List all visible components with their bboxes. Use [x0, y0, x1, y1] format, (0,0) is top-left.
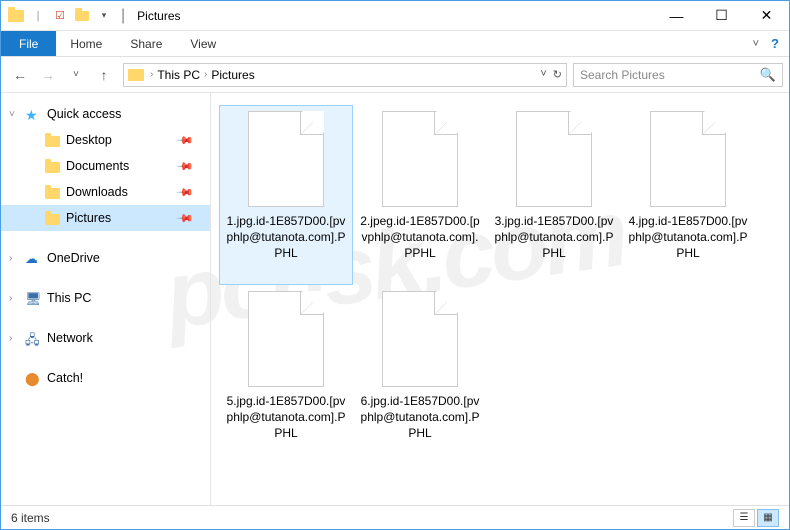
- search-placeholder: Search Pictures: [580, 68, 665, 82]
- view-details-button[interactable]: ☰: [733, 509, 755, 527]
- file-name: 1.jpg.id-1E857D00.[pvphlp@tutanota.com].…: [223, 213, 349, 262]
- pin-icon: 📌: [176, 209, 195, 228]
- qat-newfolder-icon[interactable]: [73, 7, 91, 25]
- sidebar-item-pictures[interactable]: Pictures 📌: [1, 205, 210, 231]
- close-button[interactable]: ✕: [744, 1, 789, 31]
- search-input[interactable]: Search Pictures 🔍: [573, 63, 783, 87]
- file-name: 5.jpg.id-1E857D00.[pvphlp@tutanota.com].…: [223, 393, 349, 442]
- sidebar-item-downloads[interactable]: Downloads 📌: [1, 179, 210, 205]
- nav-bar: ← → ˅ ↑ › This PC › Pictures ˅ ↻ Search …: [1, 57, 789, 93]
- chevron-right-icon[interactable]: ›: [9, 333, 12, 344]
- folder-icon: [45, 162, 60, 173]
- folder-icon: [45, 188, 60, 199]
- breadcrumb-dropdown-icon[interactable]: ˅: [540, 68, 546, 81]
- tab-share[interactable]: Share: [116, 31, 176, 56]
- file-item[interactable]: 1.jpg.id-1E857D00.[pvphlp@tutanota.com].…: [219, 105, 353, 285]
- sidebar-item-desktop[interactable]: Desktop 📌: [1, 127, 210, 153]
- tab-home[interactable]: Home: [56, 31, 116, 56]
- navigation-pane: ˅ ★ Quick access Desktop 📌 Documents 📌 D…: [1, 93, 211, 505]
- window-title: Pictures: [137, 9, 180, 23]
- folder-icon: [45, 136, 60, 147]
- chevron-right-icon[interactable]: ›: [150, 69, 153, 80]
- file-item[interactable]: 5.jpg.id-1E857D00.[pvphlp@tutanota.com].…: [219, 285, 353, 465]
- folder-icon: [45, 214, 60, 225]
- file-thumbnail-icon: [382, 111, 458, 207]
- chevron-down-icon[interactable]: ˅: [9, 109, 15, 120]
- file-list[interactable]: 1.jpg.id-1E857D00.[pvphlp@tutanota.com].…: [211, 93, 789, 505]
- pin-icon: 📌: [176, 131, 195, 150]
- breadcrumb[interactable]: › This PC › Pictures ˅ ↻: [123, 63, 567, 87]
- sidebar-item-label: Desktop: [66, 133, 112, 147]
- sidebar-network[interactable]: › 🖧 Network: [1, 325, 210, 351]
- pin-icon: 📌: [176, 183, 195, 202]
- sidebar-item-label: Documents: [66, 159, 129, 173]
- sidebar-label: Catch!: [47, 371, 83, 385]
- tab-view[interactable]: View: [176, 31, 230, 56]
- breadcrumb-thispc[interactable]: This PC: [157, 68, 200, 82]
- file-name: 4.jpg.id-1E857D00.[pvphlp@tutanota.com].…: [625, 213, 751, 262]
- up-button[interactable]: ↑: [91, 62, 117, 88]
- title-bar: | ☑ ▾ | Pictures — ☐ ✕: [1, 1, 789, 31]
- pin-icon: 📌: [176, 157, 195, 176]
- sidebar-catch[interactable]: ⬤ Catch!: [1, 365, 210, 391]
- sidebar-label: OneDrive: [47, 251, 100, 265]
- file-thumbnail-icon: [516, 111, 592, 207]
- search-icon[interactable]: 🔍: [760, 67, 776, 83]
- breadcrumb-folder-icon: [128, 69, 144, 81]
- help-icon[interactable]: ?: [771, 36, 779, 51]
- refresh-icon[interactable]: ↻: [553, 68, 562, 81]
- sidebar-item-label: Pictures: [66, 211, 111, 225]
- qat-customize-icon[interactable]: ▾: [95, 7, 113, 25]
- breadcrumb-pictures[interactable]: Pictures: [211, 68, 254, 82]
- folder-app-icon: [7, 7, 25, 25]
- ribbon-tabs: File Home Share View ˅ ?: [1, 31, 789, 57]
- file-item[interactable]: 6.jpg.id-1E857D00.[pvphlp@tutanota.com].…: [353, 285, 487, 465]
- chevron-right-icon[interactable]: ›: [204, 69, 207, 80]
- qat-separator-icon: |: [29, 7, 47, 25]
- back-button[interactable]: ←: [7, 62, 33, 88]
- qat-properties-icon[interactable]: ☑: [51, 7, 69, 25]
- sidebar-item-label: Downloads: [66, 185, 128, 199]
- file-name: 2.jpeg.id-1E857D00.[pvphlp@tutanota.com]…: [357, 213, 483, 262]
- forward-button[interactable]: →: [35, 62, 61, 88]
- minimize-button[interactable]: —: [654, 1, 699, 31]
- file-item[interactable]: 4.jpg.id-1E857D00.[pvphlp@tutanota.com].…: [621, 105, 755, 285]
- sidebar-onedrive[interactable]: › ☁ OneDrive: [1, 245, 210, 271]
- file-thumbnail-icon: [248, 291, 324, 387]
- sidebar-label: Network: [47, 331, 93, 345]
- sidebar-label: Quick access: [47, 107, 121, 121]
- file-name: 3.jpg.id-1E857D00.[pvphlp@tutanota.com].…: [491, 213, 617, 262]
- file-thumbnail-icon: [650, 111, 726, 207]
- status-bar: 6 items ☰ ▦: [1, 505, 789, 529]
- title-separator: |: [121, 7, 125, 25]
- file-name: 6.jpg.id-1E857D00.[pvphlp@tutanota.com].…: [357, 393, 483, 442]
- file-item[interactable]: 3.jpg.id-1E857D00.[pvphlp@tutanota.com].…: [487, 105, 621, 285]
- ribbon-expand-icon[interactable]: ˅: [753, 38, 759, 50]
- sidebar-quick-access[interactable]: ˅ ★ Quick access: [1, 101, 210, 127]
- catch-icon: ⬤: [25, 371, 41, 385]
- chevron-right-icon[interactable]: ›: [9, 293, 12, 304]
- pc-icon: 🖥: [25, 291, 41, 305]
- star-icon: ★: [25, 107, 41, 121]
- file-thumbnail-icon: [248, 111, 324, 207]
- status-item-count: 6 items: [11, 511, 50, 525]
- maximize-button[interactable]: ☐: [699, 1, 744, 31]
- view-thumbnails-button[interactable]: ▦: [757, 509, 779, 527]
- file-tab[interactable]: File: [1, 31, 56, 56]
- file-item[interactable]: 2.jpeg.id-1E857D00.[pvphlp@tutanota.com]…: [353, 105, 487, 285]
- sidebar-item-documents[interactable]: Documents 📌: [1, 153, 210, 179]
- sidebar-this-pc[interactable]: › 🖥 This PC: [1, 285, 210, 311]
- sidebar-label: This PC: [47, 291, 91, 305]
- network-icon: 🖧: [25, 331, 41, 345]
- chevron-right-icon[interactable]: ›: [9, 253, 12, 264]
- file-thumbnail-icon: [382, 291, 458, 387]
- cloud-icon: ☁: [25, 251, 41, 265]
- recent-dropdown-icon[interactable]: ˅: [63, 62, 89, 88]
